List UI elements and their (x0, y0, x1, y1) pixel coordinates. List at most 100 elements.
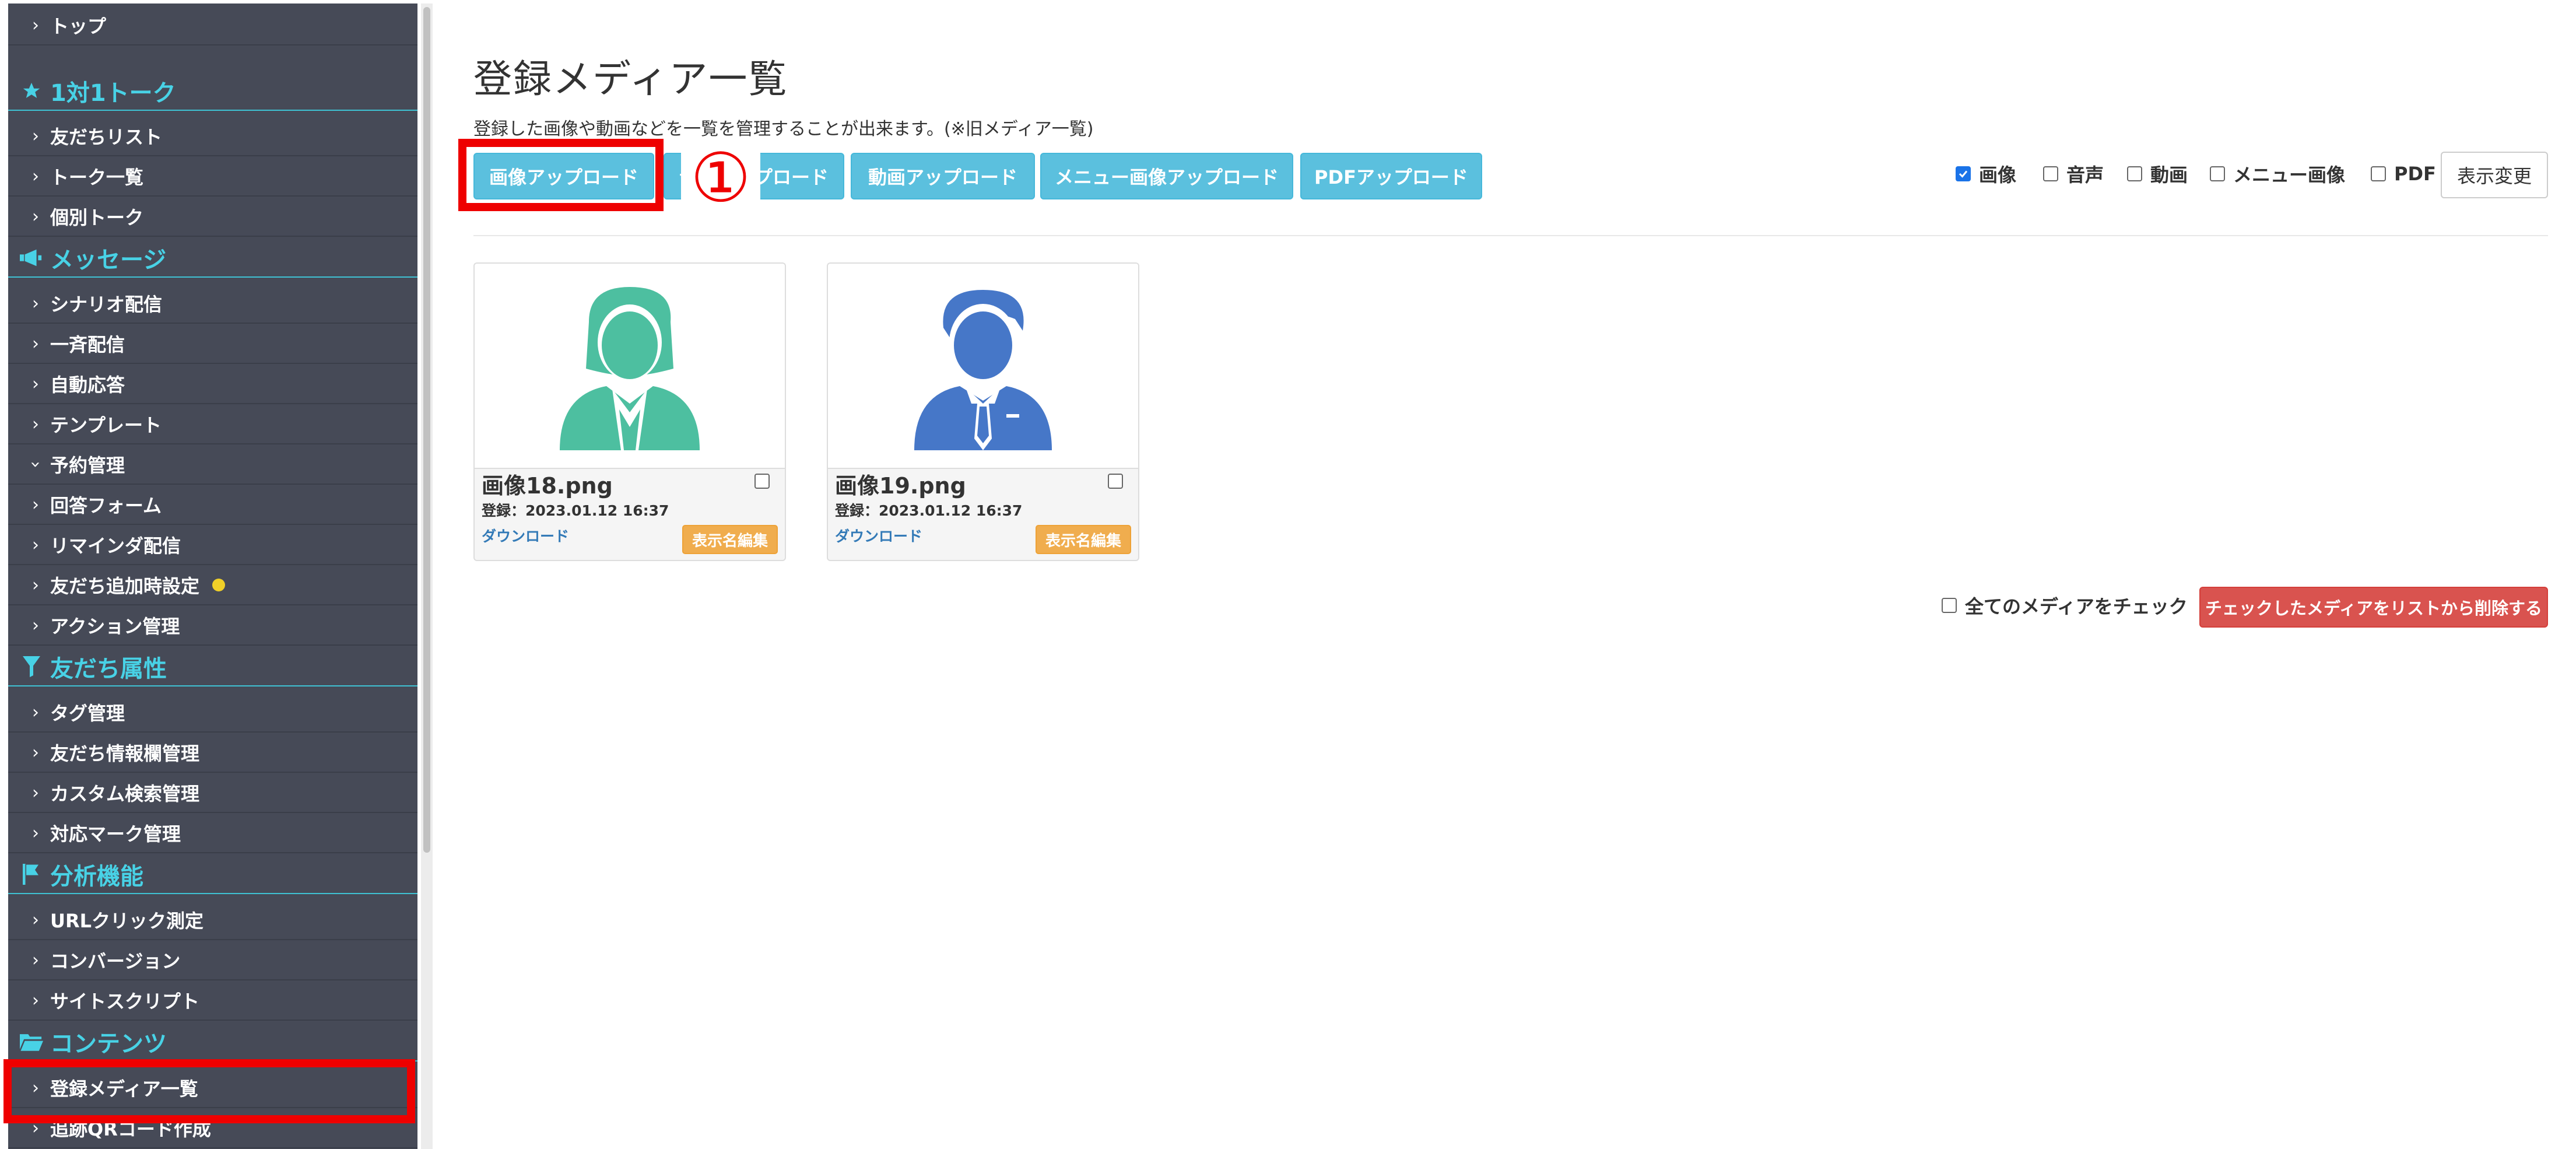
filter-label: 画像 (1979, 164, 2017, 186)
delete-checked-media-button[interactable]: チェックしたメディアをリストから削除する (2199, 587, 2548, 628)
sidebar-section-label: メッセージ (50, 247, 167, 274)
sidebar-item-label: リマインダ配信 (50, 535, 181, 557)
sidebar-item-url-click[interactable]: › URLクリック測定 (8, 901, 417, 940)
media-thumbnail[interactable] (475, 264, 785, 469)
sidebar-section-analytics: 分析機能 (8, 856, 417, 894)
filter-menu-image[interactable]: メニュー画像 (2210, 162, 2345, 186)
filter-video[interactable]: 動画 (2127, 162, 2188, 186)
sidebar-section-talk: 1対1トーク (8, 72, 417, 111)
sidebar-item-friends-list[interactable]: › 友だちリスト (8, 117, 417, 156)
sidebar-item-label: 予約管理 (50, 454, 125, 477)
star-icon (19, 81, 44, 101)
filter-pdf[interactable]: PDF (2371, 162, 2436, 185)
sidebar-item-label: 友だち情報欄管理 (50, 742, 200, 765)
sidebar-item-label: カスタム検索管理 (50, 783, 200, 805)
media-filename: 画像18.png (482, 473, 613, 499)
sidebar-item-friend-add-settings[interactable]: › 友だち追加時設定 (8, 566, 417, 605)
sidebar-section-contents: コンテンツ (8, 1023, 417, 1062)
download-link[interactable]: ダウンロード (482, 525, 569, 546)
chevron-right-icon: › (32, 950, 39, 971)
checkbox-icon[interactable] (2371, 166, 2386, 181)
sidebar-item-site-script[interactable]: › サイトスクリプト (8, 981, 417, 1021)
filter-audio[interactable]: 音声 (2043, 162, 2104, 186)
filter-image[interactable]: 画像 (1956, 162, 2017, 186)
sidebar-item-broadcast[interactable]: › 一斉配信 (8, 324, 417, 364)
sidebar-item-top[interactable]: › トップ (8, 6, 417, 45)
sidebar-item-label: 友だち追加時設定 (50, 575, 200, 597)
chevron-right-icon: › (32, 990, 39, 1011)
sidebar-item-label: テンプレート (50, 414, 162, 436)
download-link[interactable]: ダウンロード (835, 525, 922, 546)
sidebar-item-custom-search[interactable]: › カスタム検索管理 (8, 773, 417, 813)
chevron-right-icon: › (32, 702, 39, 723)
sidebar: › トップ 1対1トーク › 友だちリスト › トーク一覧 › 個別トーク メッ… (8, 3, 417, 1149)
sidebar-item-mark[interactable]: › 対応マーク管理 (8, 814, 417, 853)
check-all-label: 全てのメディアをチェック (1965, 595, 2188, 618)
chevron-right-icon: › (32, 206, 39, 227)
sidebar-item-reminder[interactable]: › リマインダ配信 (8, 526, 417, 565)
checkbox-checked-icon[interactable] (1956, 166, 1971, 181)
sidebar-item-label: 対応マーク管理 (50, 823, 181, 845)
sidebar-item-label: トップ (50, 15, 107, 37)
media-card: 画像18.png 登録：2023.01.12 16:37 ダウンロード 表示名編… (473, 262, 786, 561)
chevron-right-icon: › (32, 166, 39, 187)
sidebar-item-template[interactable]: › テンプレート (8, 405, 417, 444)
flag-icon (19, 864, 44, 885)
edit-display-name-button[interactable]: 表示名編集 (1036, 525, 1131, 554)
media-date: 登録：2023.01.12 16:37 (482, 502, 669, 519)
media-select-checkbox[interactable] (1108, 474, 1123, 489)
notification-dot (212, 579, 226, 591)
chevron-right-icon: › (32, 15, 39, 36)
chevron-right-icon: › (32, 373, 39, 394)
chevron-right-icon: › (32, 125, 39, 146)
sidebar-item-label: タグ管理 (50, 702, 125, 724)
media-date: 登録：2023.01.12 16:37 (835, 502, 1023, 519)
chevron-right-icon: › (32, 822, 39, 843)
video-upload-button[interactable]: 動画アップロード (851, 153, 1035, 199)
media-select-checkbox[interactable] (754, 474, 770, 489)
sidebar-section-label: 分析機能 (50, 863, 143, 890)
sidebar-section-label: 1対1トーク (50, 80, 176, 107)
sidebar-item-label: シナリオ配信 (50, 293, 163, 316)
step-marker: ① (681, 139, 760, 218)
sidebar-item-talk-list[interactable]: › トーク一覧 (8, 157, 417, 197)
folder-icon (19, 1032, 44, 1051)
sidebar-section-label: コンテンツ (50, 1031, 167, 1057)
chevron-right-icon: › (32, 909, 39, 930)
media-thumbnail[interactable] (828, 264, 1138, 469)
sidebar-item-label: 回答フォーム (50, 495, 162, 517)
male-user-icon (914, 290, 1052, 450)
pdf-upload-button[interactable]: PDFアップロード (1300, 153, 1482, 199)
sidebar-item-tag[interactable]: › タグ管理 (8, 693, 417, 733)
highlight-box-image-upload (458, 139, 664, 211)
sidebar-item-answer-form[interactable]: › 回答フォーム (8, 485, 417, 525)
sidebar-item-label: 個別トーク (50, 206, 144, 229)
checkbox-icon[interactable] (2043, 166, 2058, 181)
checkbox-icon[interactable] (2127, 166, 2142, 181)
sidebar-item-individual-talk[interactable]: › 個別トーク (8, 197, 417, 237)
chevron-right-icon: › (32, 293, 39, 314)
chevron-right-icon: › (32, 534, 39, 555)
divider (473, 235, 2548, 236)
chevron-down-icon: › (25, 461, 46, 468)
view-change-button[interactable]: 表示変更 (2441, 152, 2548, 198)
filter-label: 動画 (2150, 164, 2188, 186)
checkbox-icon[interactable] (1942, 598, 1957, 613)
chevron-right-icon: › (32, 782, 39, 803)
sidebar-item-friend-info[interactable]: › 友だち情報欄管理 (8, 733, 417, 773)
sidebar-item-scenario[interactable]: › シナリオ配信 (8, 284, 417, 324)
sidebar-item-action[interactable]: › アクション管理 (8, 606, 417, 646)
sidebar-item-reservation[interactable]: › 予約管理 (8, 445, 417, 485)
sidebar-item-conversion[interactable]: › コンバージョン (8, 941, 417, 980)
media-filename: 画像19.png (835, 473, 966, 499)
female-user-icon (560, 287, 700, 450)
page-description: 登録した画像や動画などを一覧を管理することが出来ます。(※旧メディア一覧) (473, 119, 1094, 139)
checkbox-icon[interactable] (2210, 166, 2225, 181)
edit-display-name-button[interactable]: 表示名編集 (682, 525, 778, 554)
chevron-right-icon: › (32, 333, 39, 354)
sidebar-scrollbar-thumb[interactable] (423, 7, 430, 853)
check-all-media[interactable]: 全てのメディアをチェック (1942, 594, 2188, 618)
sidebar-item-label: 一斉配信 (50, 334, 125, 356)
sidebar-item-auto-reply[interactable]: › 自動応答 (8, 365, 417, 404)
menu-image-upload-button[interactable]: メニュー画像アップロード (1040, 153, 1293, 199)
